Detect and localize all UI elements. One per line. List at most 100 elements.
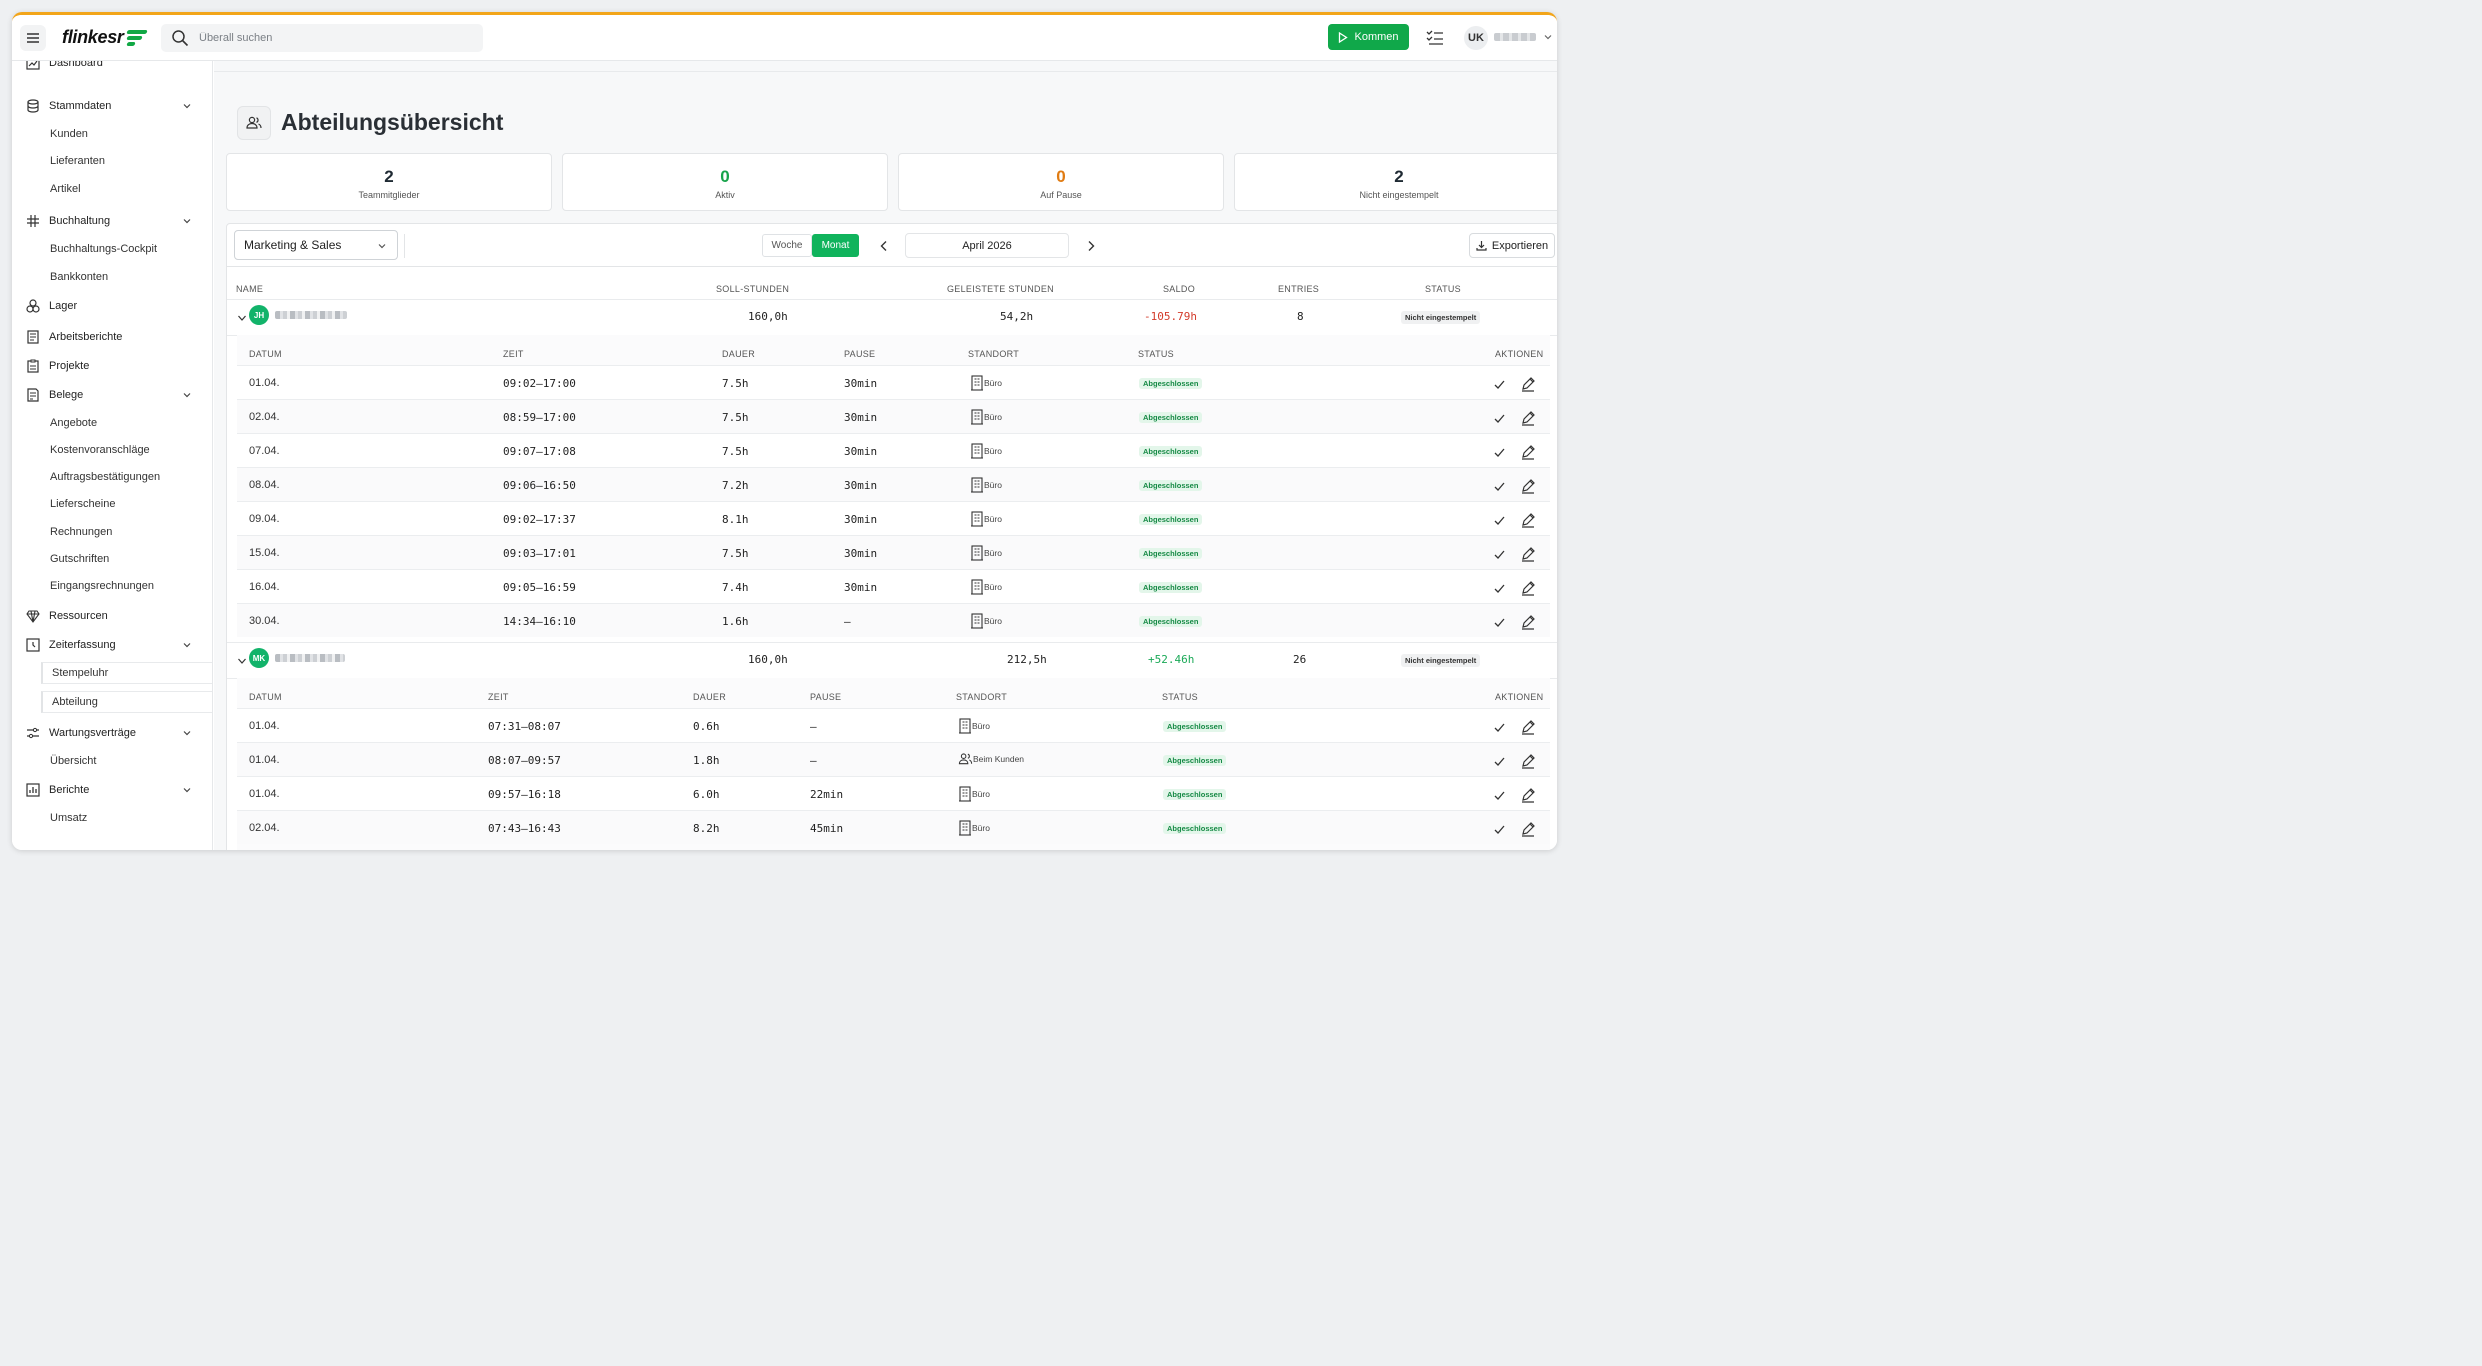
sidebar-item-stempeluhr[interactable]: Stempeluhr [41,662,212,684]
sidebar-item-kostenvoranschlaege[interactable]: Kostenvoranschläge [12,439,212,461]
period-display[interactable]: April 2026 [905,233,1069,258]
sidebar-item-eingangsrechnungen[interactable]: Eingangsrechnungen [12,575,212,597]
kpi-value: 0 [1056,167,1066,186]
approve-check-icon[interactable] [1493,480,1506,493]
approve-check-icon[interactable] [1493,446,1506,459]
entry-dauer: 7.4h [722,581,749,594]
entry-pause: 30min [844,411,878,424]
export-button[interactable]: Exportieren [1469,233,1555,258]
approve-check-icon[interactable] [1493,616,1506,629]
sidebar-item-belege[interactable]: Belege [12,383,212,407]
approve-check-icon[interactable] [1493,514,1506,527]
edit-pencil-icon[interactable] [1520,410,1536,426]
chevron-down-icon[interactable] [1543,32,1553,42]
sidebar-item-buchhaltungs-cockpit[interactable]: Buchhaltungs-Cockpit [12,238,212,260]
edit-pencil-icon[interactable] [1520,787,1536,803]
entry-standort: Büro [970,511,1002,527]
brand-logo[interactable]: flinkesr [62,27,148,48]
department-select[interactable]: Marketing & Sales [234,230,398,260]
edit-pencil-icon[interactable] [1520,580,1536,596]
edit-pencil-icon[interactable] [1520,821,1536,837]
database-icon [27,99,39,113]
sidebar-item-umsatz[interactable]: Umsatz [12,807,212,829]
brand-name: flinkesr [62,27,124,47]
entry-datum: 15.04. [249,547,280,559]
sidebar-item-abteilung[interactable]: Abteilung [41,691,212,713]
sidebar-item-lieferanten[interactable]: Lieferanten [12,150,212,172]
edit-pencil-icon[interactable] [1520,512,1536,528]
entry-pause: 30min [844,547,878,560]
approve-check-icon[interactable] [1493,789,1506,802]
entry-dauer: 7.5h [722,411,749,424]
sidebar-item-bankkonten[interactable]: Bankkonten [12,266,212,288]
approve-check-icon[interactable] [1493,548,1506,561]
approve-check-icon[interactable] [1493,582,1506,595]
header-entries: ENTRIES [1278,284,1320,294]
sidebar-item-zeiterfassung[interactable]: Zeiterfassung [12,633,212,657]
sidebar-item-dashboard[interactable]: Dashboard [12,61,212,75]
toggle-monat[interactable]: Monat [812,234,859,257]
subheader-pause: PAUSE [810,692,842,702]
sidebar-item-kunden[interactable]: Kunden [12,123,212,145]
top-bar: flinkesr Kommen UK [12,15,1557,61]
user-avatar[interactable]: UK [1464,26,1488,50]
chevron-down-icon[interactable] [237,656,247,666]
subheader-zeit: ZEIT [503,349,524,359]
entry-pause: 30min [844,479,878,492]
entry-dauer: 7.5h [722,445,749,458]
edit-pencil-icon[interactable] [1520,753,1536,769]
sidebar-item-buchhaltung[interactable]: Buchhaltung [12,209,212,233]
saldo-value: +52.46h [1148,653,1195,666]
standort-label: Büro [984,378,1002,388]
building-icon [971,613,983,629]
standort-label: Büro [984,480,1002,490]
approve-check-icon[interactable] [1493,823,1506,836]
edit-pencil-icon[interactable] [1520,376,1536,392]
sidebar-item-stammdaten[interactable]: Stammdaten [12,94,212,118]
entry-dauer: 1.6h [722,615,749,628]
member-entries: DATUM ZEIT DAUER PAUSE STANDORT STATUS A… [237,678,1550,850]
sidebar-item-wartungsvertraege[interactable]: Wartungsverträge [12,721,212,745]
chevron-down-icon [183,731,191,736]
edit-pencil-icon[interactable] [1520,444,1536,460]
checklist-icon[interactable] [1426,29,1444,47]
sidebar-item-ressourcen[interactable]: Ressourcen [12,604,212,628]
chevron-left-icon[interactable] [879,240,889,252]
subheader-datum: DATUM [249,692,282,702]
approve-check-icon[interactable] [1493,755,1506,768]
sidebar-item-gutschriften[interactable]: Gutschriften [12,548,212,570]
approve-check-icon[interactable] [1493,412,1506,425]
sidebar-item-berichte[interactable]: Berichte [12,778,212,802]
edit-pencil-icon[interactable] [1520,614,1536,630]
global-search[interactable] [161,24,483,52]
member-row[interactable]: MK 160,0h 212,5h +52.46h 26 Nicht einges… [227,642,1557,678]
chevron-right-icon[interactable] [1086,240,1096,252]
member-row[interactable]: JH 160,0h 54,2h -105.79h 8 Nicht eingest… [227,299,1557,335]
entry-datum: 02.04. [249,411,280,423]
chevron-down-icon[interactable] [237,313,247,323]
entry-zeit: 09:02–17:37 [503,513,576,526]
edit-pencil-icon[interactable] [1520,478,1536,494]
entry-dauer: 0.6h [693,720,720,733]
approve-check-icon[interactable] [1493,378,1506,391]
search-input[interactable] [199,32,449,44]
sidebar-item-uebersicht[interactable]: Übersicht [12,750,212,772]
sidebar-item-angebote[interactable]: Angebote [12,412,212,434]
entry-datum: 16.04. [249,581,280,593]
user-name-redacted[interactable] [1494,33,1536,41]
sidebar-item-lieferscheine[interactable]: Lieferscheine [12,493,212,515]
menu-icon[interactable] [20,24,46,51]
sidebar-item-projekte[interactable]: Projekte [12,354,212,378]
approve-check-icon[interactable] [1493,721,1506,734]
edit-pencil-icon[interactable] [1520,546,1536,562]
sidebar-item-arbeitsberichte[interactable]: Arbeitsberichte [12,325,212,349]
sidebar-item-artikel[interactable]: Artikel [12,178,212,200]
entry-pause: 45min [810,822,844,835]
sidebar-item-rechnungen[interactable]: Rechnungen [12,521,212,543]
clock-icon [26,638,40,652]
kommen-button[interactable]: Kommen [1328,24,1409,50]
sidebar-item-auftragsbestaetigungen[interactable]: Auftragsbestätigungen [12,466,212,488]
sidebar-item-lager[interactable]: Lager [12,294,212,318]
edit-pencil-icon[interactable] [1520,719,1536,735]
toggle-woche[interactable]: Woche [762,234,812,257]
